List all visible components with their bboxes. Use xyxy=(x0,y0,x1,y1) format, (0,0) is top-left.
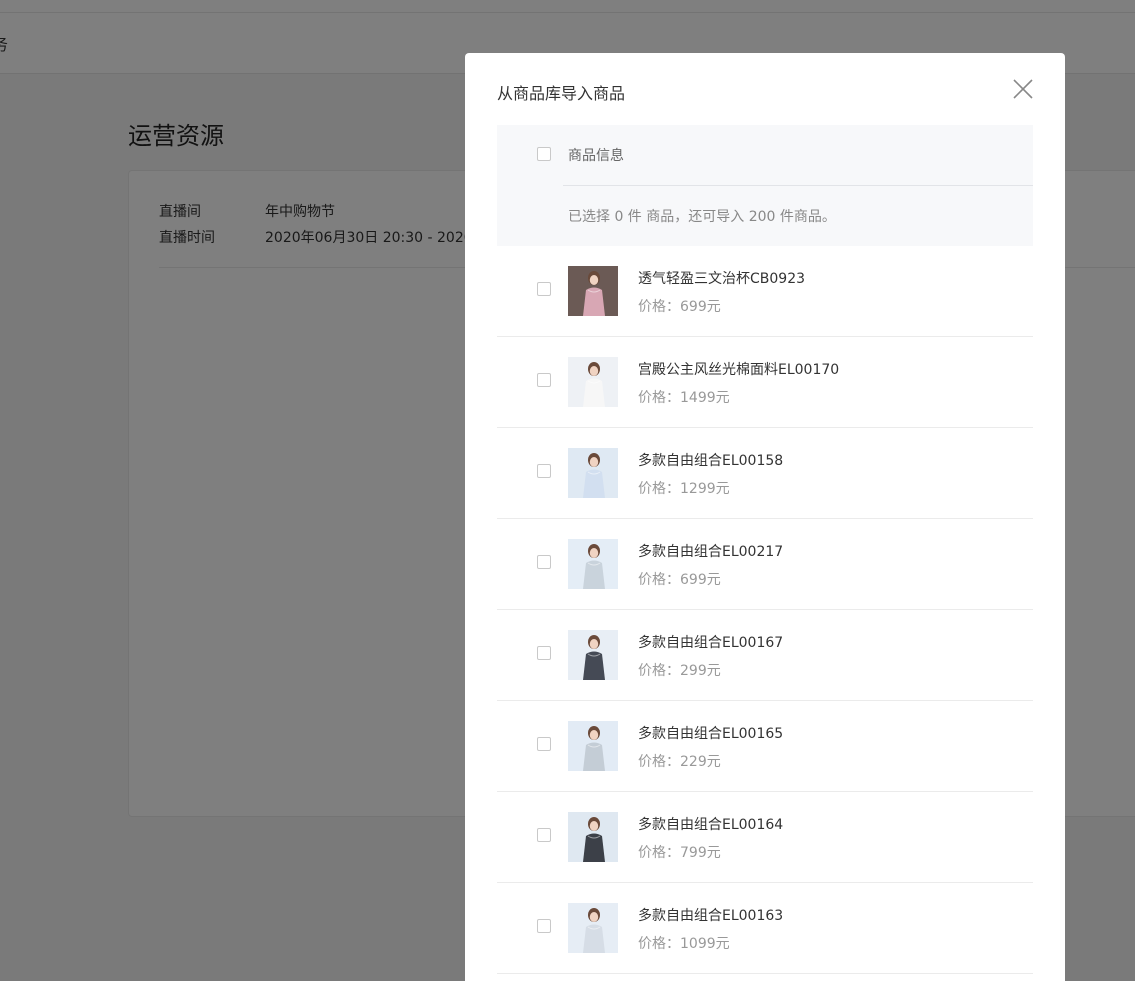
product-price: 价格：1299元 xyxy=(638,481,730,497)
product-price: 价格：1099元 xyxy=(638,936,730,952)
product-name: 多款自由组合EL00165 xyxy=(638,726,784,742)
product-table-header: 商品信息 已选择 0 件 商品，还可导入 200 件商品。 xyxy=(497,125,1033,246)
product-name: 多款自由组合EL00167 xyxy=(638,635,784,651)
product-row[interactable]: 多款自由组合EL00163 价格：1099元 xyxy=(497,883,1033,974)
product-name: 透气轻盈三文治杯CB0923 xyxy=(638,271,806,287)
product-thumbnail xyxy=(568,448,618,498)
product-checkbox[interactable] xyxy=(537,646,551,660)
product-row[interactable]: 透气轻盈三文治杯CB0923 价格：699元 xyxy=(497,246,1033,337)
import-products-modal: 从商品库导入商品 商品信息 已选择 0 件 商品，还可导入 200 件商品。 透… xyxy=(465,53,1065,981)
modal-title: 从商品库导入商品 xyxy=(497,84,626,103)
product-price: 价格：699元 xyxy=(638,299,721,315)
product-name: 多款自由组合EL00158 xyxy=(638,453,784,469)
product-row[interactable]: 多款自由组合EL00167 价格：299元 xyxy=(497,610,1033,701)
product-price: 价格：1499元 xyxy=(638,390,730,406)
product-price: 价格：229元 xyxy=(638,754,721,770)
product-thumbnail xyxy=(568,721,618,771)
selection-summary: 已选择 0 件 商品，还可导入 200 件商品。 xyxy=(568,209,836,225)
product-price: 价格：799元 xyxy=(638,845,721,861)
product-name: 多款自由组合EL00163 xyxy=(638,908,784,924)
product-thumbnail xyxy=(568,266,618,316)
close-icon xyxy=(1013,79,1033,99)
product-row[interactable]: 多款自由组合EL00165 价格：229元 xyxy=(497,701,1033,792)
product-list: 透气轻盈三文治杯CB0923 价格：699元 宫殿公主风丝光棉面料EL00170 价格… xyxy=(497,246,1033,974)
product-thumbnail xyxy=(568,812,618,862)
product-row[interactable]: 多款自由组合EL00158 价格：1299元 xyxy=(497,428,1033,519)
product-thumbnail xyxy=(568,630,618,680)
product-checkbox[interactable] xyxy=(537,737,551,751)
product-row[interactable]: 宫殿公主风丝光棉面料EL00170 价格：1499元 xyxy=(497,337,1033,428)
close-button[interactable] xyxy=(1011,77,1035,101)
product-row[interactable]: 多款自由组合EL00217 价格：699元 xyxy=(497,519,1033,610)
product-thumbnail xyxy=(568,903,618,953)
product-checkbox[interactable] xyxy=(537,555,551,569)
product-checkbox[interactable] xyxy=(537,282,551,296)
product-row[interactable]: 多款自由组合EL00164 价格：799元 xyxy=(497,792,1033,883)
product-checkbox[interactable] xyxy=(537,464,551,478)
product-name: 宫殿公主风丝光棉面料EL00170 xyxy=(638,362,840,378)
product-checkbox[interactable] xyxy=(537,828,551,842)
product-name: 多款自由组合EL00164 xyxy=(638,817,784,833)
product-checkbox[interactable] xyxy=(537,919,551,933)
product-name: 多款自由组合EL00217 xyxy=(638,544,784,560)
product-price: 价格：699元 xyxy=(638,572,721,588)
header-divider xyxy=(563,185,1033,186)
column-label-product-info: 商品信息 xyxy=(568,148,624,164)
product-checkbox[interactable] xyxy=(537,373,551,387)
select-all-checkbox[interactable] xyxy=(537,147,551,161)
product-price: 价格：299元 xyxy=(638,663,721,679)
product-thumbnail xyxy=(568,539,618,589)
product-thumbnail xyxy=(568,357,618,407)
